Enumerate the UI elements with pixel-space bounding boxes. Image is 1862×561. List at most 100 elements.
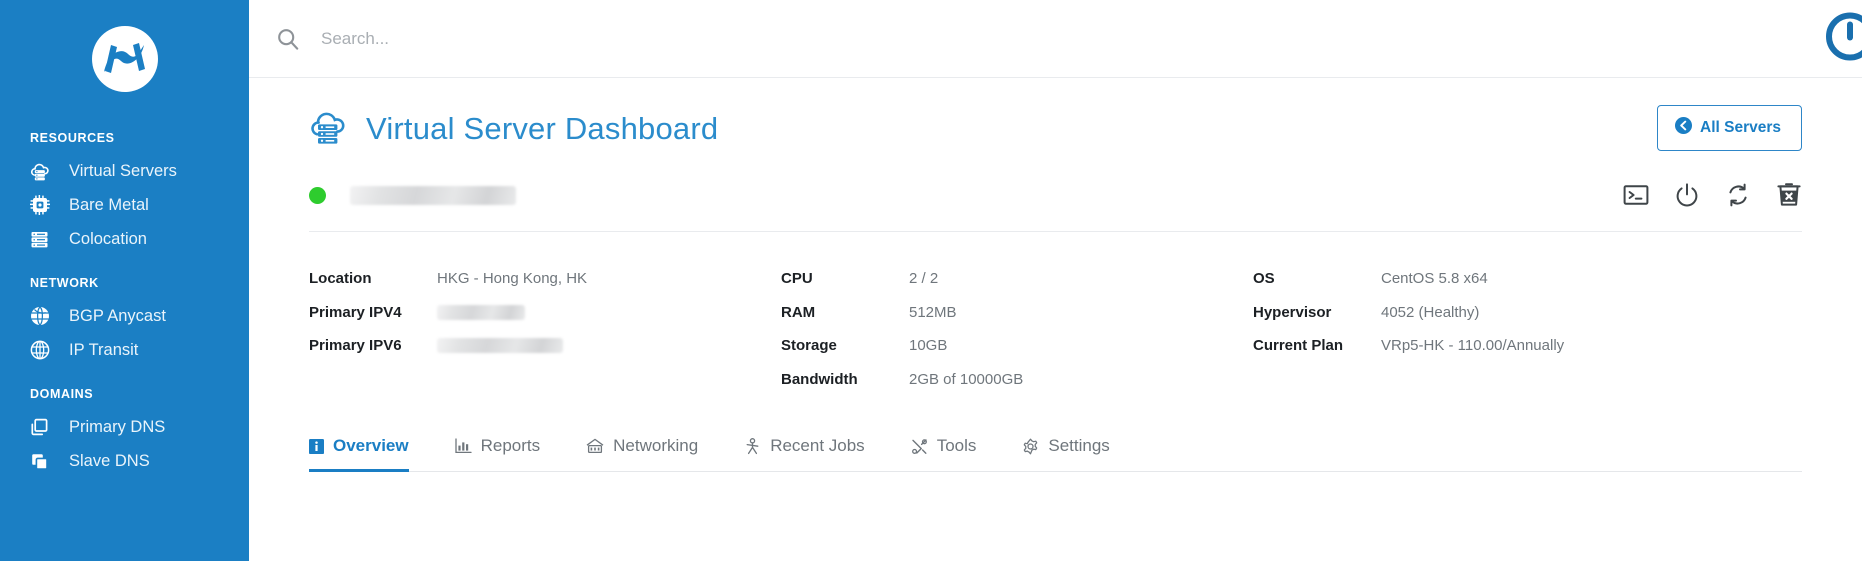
tab-settings[interactable]: Settings xyxy=(1022,436,1110,472)
bar-chart-icon xyxy=(454,438,472,454)
detail-value: 10GB xyxy=(909,337,948,355)
sidebar-item-label: BGP Anycast xyxy=(69,306,166,325)
tab-label: Reports xyxy=(480,436,541,455)
detail-label: Current Plan xyxy=(1253,337,1344,355)
sidebar-group-title-resources: RESOURCES xyxy=(30,131,115,145)
sidebar-item-label: Primary DNS xyxy=(69,417,166,436)
tab-label: Overview xyxy=(333,436,409,455)
all-servers-button[interactable]: All Servers xyxy=(1657,105,1802,151)
cloud-server-icon xyxy=(309,109,349,147)
tab-tools[interactable]: Tools xyxy=(911,436,977,472)
globe-outline-icon xyxy=(30,340,56,360)
detail-value-redacted xyxy=(437,304,525,320)
detail-row-os: OS CentOS 5.8 x64 xyxy=(1253,262,1802,296)
copy-filled-icon xyxy=(30,451,56,471)
search-icon[interactable] xyxy=(277,28,299,50)
sidebar-group-title-network: NETWORK xyxy=(30,276,99,290)
detail-label: Bandwidth xyxy=(781,370,858,388)
detail-row-storage: Storage 10GB xyxy=(781,329,1253,363)
sidebar-item-virtual-servers[interactable]: Virtual Servers xyxy=(0,154,249,188)
detail-row-current-plan: Current Plan VRp5-HK - 110.00/Annually xyxy=(1253,329,1802,363)
app-root: RESOURCES Virtual Servers Bare Metal Col… xyxy=(0,0,1862,561)
search-input[interactable] xyxy=(321,28,941,49)
power-logout-icon[interactable] xyxy=(1824,10,1862,67)
tools-icon xyxy=(911,438,928,455)
detail-label: Primary IPV6 xyxy=(309,337,402,355)
sidebar-item-label: Colocation xyxy=(69,229,147,248)
gear-icon xyxy=(1022,438,1039,455)
sidebar-item-label: Virtual Servers xyxy=(69,161,177,180)
sidebar-group-resources: RESOURCES Virtual Servers Bare Metal Col… xyxy=(0,131,249,256)
detail-value: 2GB of 10000GB xyxy=(909,370,1024,388)
sidebar-item-label: IP Transit xyxy=(69,340,139,359)
sidebar-item-ip-transit[interactable]: IP Transit xyxy=(0,333,249,367)
all-servers-label: All Servers xyxy=(1700,119,1781,136)
detail-label: RAM xyxy=(781,303,816,321)
tasks-icon xyxy=(744,437,761,455)
reboot-icon[interactable] xyxy=(1725,182,1751,208)
sidebar-item-bgp-anycast[interactable]: BGP Anycast xyxy=(0,299,249,333)
topbar-actions xyxy=(1824,10,1862,67)
details-column-3: OS CentOS 5.8 x64 Hypervisor 4052 (Healt… xyxy=(1253,262,1802,396)
topbar xyxy=(249,0,1862,78)
detail-row-bandwidth: Bandwidth 2GB of 10000GB xyxy=(781,363,1253,397)
server-summary-row xyxy=(309,166,1802,224)
details-column-2: CPU 2 / 2 RAM 512MB Storage 10GB Bandwid… xyxy=(781,262,1253,396)
tab-bar: Overview Reports Networking Recent Jobs … xyxy=(309,436,1802,472)
tab-overview[interactable]: Overview xyxy=(309,436,409,472)
status-badge xyxy=(309,186,326,204)
tab-label: Networking xyxy=(613,436,699,455)
detail-label: CPU xyxy=(781,270,813,288)
delete-icon[interactable] xyxy=(1776,182,1802,208)
detail-label: Hypervisor xyxy=(1253,303,1332,321)
detail-row-hypervisor: Hypervisor 4052 (Healthy) xyxy=(1253,296,1802,330)
cloud-server-icon xyxy=(30,161,56,181)
company-logo[interactable] xyxy=(0,0,249,118)
sidebar-item-slave-dns[interactable]: Slave DNS xyxy=(0,444,249,478)
tab-networking[interactable]: Networking xyxy=(586,436,698,472)
details-column-1: Location HKG - Hong Kong, HK Primary IPV… xyxy=(309,262,781,396)
tab-reports[interactable]: Reports xyxy=(454,436,541,472)
sidebar-item-label: Slave DNS xyxy=(69,451,150,470)
server-action-buttons xyxy=(1623,182,1802,208)
info-square-icon xyxy=(309,438,324,454)
detail-row-cpu: CPU 2 / 2 xyxy=(781,262,1253,296)
sidebar-group-title-domains: DOMAINS xyxy=(30,387,94,401)
detail-value: CentOS 5.8 x64 xyxy=(1381,270,1488,288)
server-name-redacted xyxy=(350,185,516,205)
detail-label: Storage xyxy=(781,337,837,355)
page-content: Virtual Server Dashboard All Servers Loc… xyxy=(249,78,1862,472)
page-header: Virtual Server Dashboard All Servers xyxy=(309,78,1802,152)
detail-label: Primary IPV4 xyxy=(309,303,402,321)
tab-label: Settings xyxy=(1048,436,1110,455)
detail-row-location: Location HKG - Hong Kong, HK xyxy=(309,262,781,296)
sidebar: RESOURCES Virtual Servers Bare Metal Col… xyxy=(0,0,249,561)
tab-label: Tools xyxy=(936,436,977,455)
sidebar-item-bare-metal[interactable]: Bare Metal xyxy=(0,188,249,222)
detail-label: Location xyxy=(309,270,372,288)
console-icon[interactable] xyxy=(1623,182,1649,208)
page-title: Virtual Server Dashboard xyxy=(366,110,719,146)
detail-label: OS xyxy=(1253,270,1275,288)
cpu-chip-icon xyxy=(30,195,56,215)
power-icon[interactable] xyxy=(1674,182,1700,208)
tab-label: Recent Jobs xyxy=(770,436,865,455)
server-details: Location HKG - Hong Kong, HK Primary IPV… xyxy=(309,232,1802,396)
arrow-circle-left-icon xyxy=(1675,117,1692,139)
detail-value: 512MB xyxy=(909,303,957,321)
sidebar-item-primary-dns[interactable]: Primary DNS xyxy=(0,410,249,444)
server-rack-icon xyxy=(30,229,56,249)
main-area: Virtual Server Dashboard All Servers xyxy=(249,0,1862,561)
tab-recent-jobs[interactable]: Recent Jobs xyxy=(744,436,865,472)
sidebar-group-network: NETWORK BGP Anycast IP Transit xyxy=(0,276,249,367)
detail-value: 4052 (Healthy) xyxy=(1381,303,1480,321)
sidebar-group-domains: DOMAINS Primary DNS Slave DNS xyxy=(0,387,249,478)
detail-value: VRp5-HK - 110.00/Annually xyxy=(1381,337,1565,355)
detail-value: 2 / 2 xyxy=(909,270,939,288)
sidebar-item-colocation[interactable]: Colocation xyxy=(0,222,249,256)
globe-filled-icon xyxy=(30,306,56,326)
detail-row-ram: RAM 512MB xyxy=(781,296,1253,330)
detail-value: HKG - Hong Kong, HK xyxy=(437,270,588,288)
detail-row-primary-ipv6: Primary IPV6 xyxy=(309,329,781,363)
detail-value-redacted xyxy=(437,338,563,354)
